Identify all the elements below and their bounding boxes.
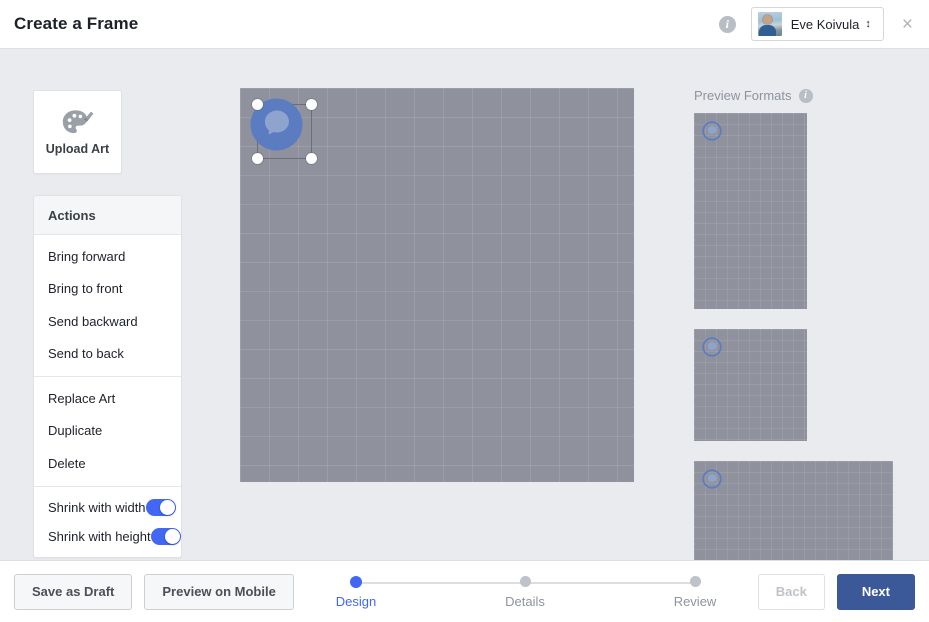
actions-group-edit: Replace Art Duplicate Delete (34, 376, 181, 486)
close-icon[interactable]: × (902, 15, 913, 34)
info-icon[interactable]: i (718, 15, 736, 33)
resize-handle-bottom-right[interactable] (306, 153, 317, 164)
landscape-preview[interactable] (694, 461, 893, 573)
save-as-draft-button[interactable]: Save as Draft (14, 573, 133, 610)
action-replace-art[interactable]: Replace Art (34, 383, 181, 415)
step-dot (519, 576, 531, 587)
step-details[interactable]: Details (485, 576, 565, 609)
resize-handle-top-right[interactable] (306, 99, 317, 110)
messenger-logo-art (702, 469, 722, 489)
step-dot (350, 576, 362, 588)
toggle-shrink-with-height[interactable]: Shrink with height (34, 522, 181, 551)
step-label: Review (673, 594, 717, 609)
preview-formats-section: Preview Formats i (694, 88, 914, 593)
toggle-shrink-with-height-switch[interactable] (150, 528, 181, 546)
action-bring-forward[interactable]: Bring forward (34, 241, 181, 273)
step-design[interactable]: Design (316, 576, 396, 609)
messenger-logo-art (702, 337, 722, 357)
portrait-preview[interactable] (694, 113, 807, 309)
art-selection-box[interactable] (250, 98, 317, 164)
action-send-to-back[interactable]: Send to back (34, 338, 181, 370)
frame-design-canvas[interactable] (240, 88, 634, 482)
user-name: Eve Koivula (790, 16, 860, 32)
toggle-knob (159, 500, 175, 516)
toggle-shrink-with-width-label: Shrink with width (48, 500, 146, 516)
page-title: Create a Frame (14, 14, 139, 33)
header-actions: i Eve Koivula ↕ × (718, 0, 929, 48)
chevron-updown-icon: ↕ (865, 17, 871, 30)
preview-formats-header: Preview Formats i (694, 88, 914, 103)
messenger-logo-art (702, 121, 722, 141)
toggle-shrink-with-width[interactable]: Shrink with width (34, 493, 181, 522)
action-duplicate[interactable]: Duplicate (34, 415, 181, 447)
wizard-stepper: Design Details Review (330, 576, 720, 616)
create-frame-dialog: Create a Frame i Eve Koivula ↕ × Upload … (0, 0, 929, 622)
user-selector[interactable]: Eve Koivula ↕ (750, 7, 884, 41)
actions-panel-title: Actions (34, 196, 181, 235)
step-dot (689, 576, 701, 587)
step-review[interactable]: Review (655, 576, 735, 609)
upload-art-button[interactable]: Upload Art (33, 90, 122, 174)
toggle-knob (164, 529, 180, 545)
preview-formats-title: Preview Formats (694, 88, 792, 103)
toggle-shrink-with-height-label: Shrink with height (48, 529, 151, 545)
upload-art-label: Upload Art (45, 141, 110, 156)
action-send-backward[interactable]: Send backward (34, 306, 181, 338)
back-button[interactable]: Back (757, 573, 825, 610)
palette-icon (62, 109, 93, 133)
step-label: Design (335, 594, 377, 609)
resize-handle-bottom-left[interactable] (252, 153, 263, 164)
avatar (757, 12, 782, 36)
actions-group-toggles: Shrink with width Shrink with height (34, 486, 181, 557)
dialog-header: Create a Frame i Eve Koivula ↕ × (0, 0, 929, 49)
actions-group-ordering: Bring forward Bring to front Send backwa… (34, 235, 181, 376)
resize-handle-top-left[interactable] (252, 99, 263, 110)
info-icon[interactable]: i (798, 88, 813, 103)
action-bring-to-front[interactable]: Bring to front (34, 273, 181, 305)
toggle-shrink-with-width-switch[interactable] (145, 499, 176, 517)
square-preview[interactable] (694, 329, 807, 441)
preview-on-mobile-button[interactable]: Preview on Mobile (144, 573, 294, 610)
actions-panel: Actions Bring forward Bring to front Sen… (33, 195, 182, 559)
next-button[interactable]: Next (836, 573, 915, 610)
step-label: Details (505, 594, 545, 609)
action-delete[interactable]: Delete (34, 448, 181, 480)
